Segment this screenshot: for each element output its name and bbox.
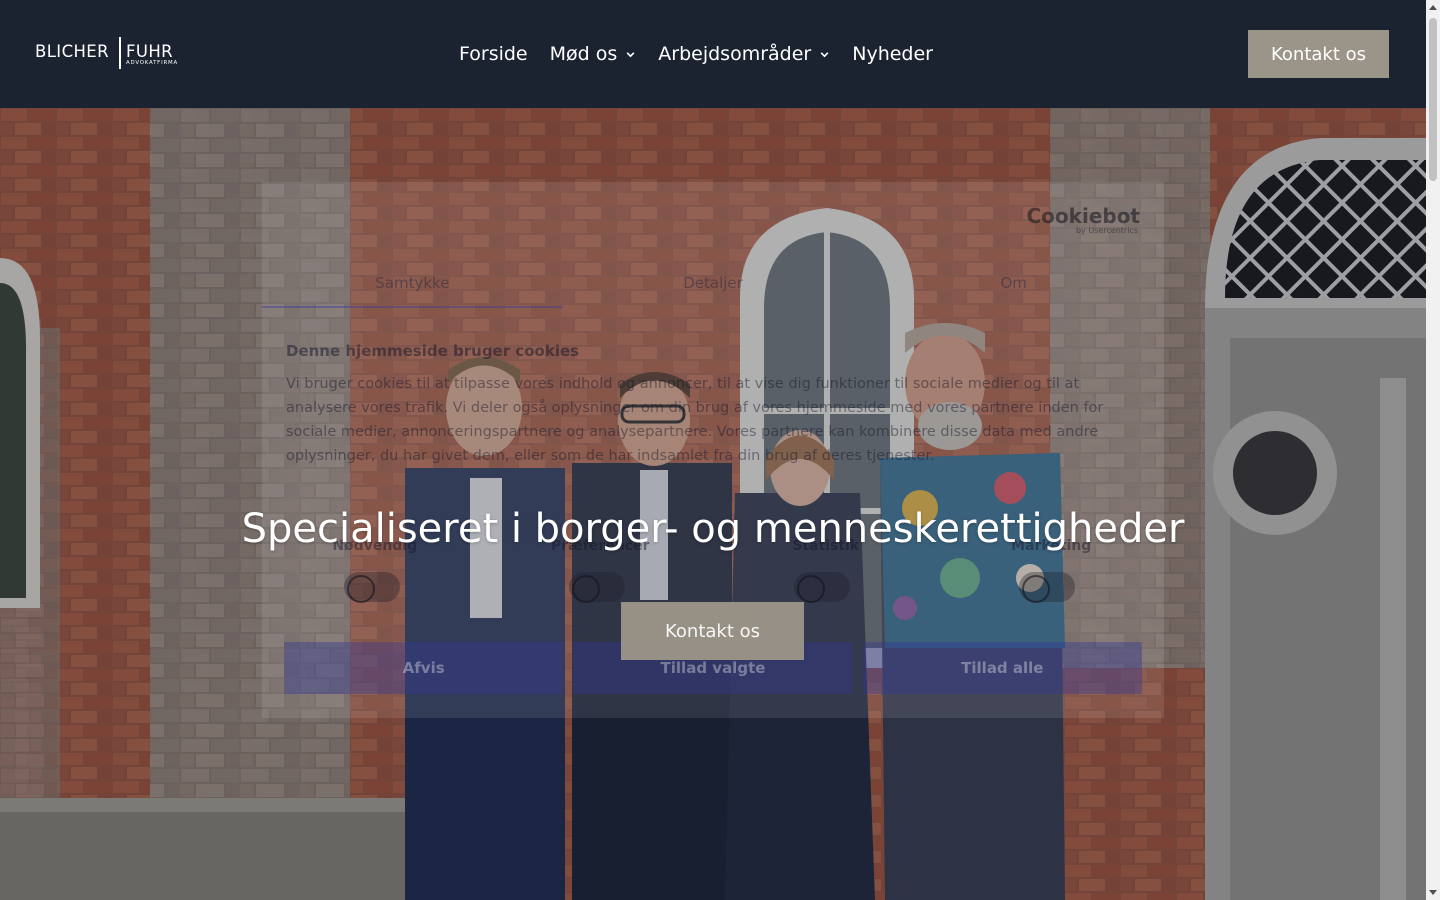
chevron-down-icon xyxy=(820,51,829,57)
contact-button-hero[interactable]: Kontakt os xyxy=(621,602,804,660)
toggle-preferences[interactable] xyxy=(569,572,625,603)
logo-text-right: FUHR xyxy=(126,42,174,61)
toggle-statistics[interactable] xyxy=(794,572,850,603)
nav-item-forside[interactable]: Forside xyxy=(459,43,528,65)
nav-item-label: Mød os xyxy=(549,43,618,65)
cookie-body-text: Vi bruger cookies til at tilpasse vores … xyxy=(286,376,1104,464)
allow-all-button[interactable]: Tillad alle xyxy=(862,642,1142,694)
nav-item-nyheder[interactable]: Nyheder xyxy=(852,43,933,65)
nav-item-arbejdsomrader[interactable]: Arbejdsområder xyxy=(658,43,830,65)
page-scrollbar[interactable] xyxy=(1426,0,1440,900)
hero-section: Cookiebot by Usercentrics Samtykke Detal… xyxy=(0,108,1426,900)
nav-item-label: Nyheder xyxy=(852,43,933,65)
tab-om[interactable]: Om xyxy=(863,274,1164,308)
hero-title: Specialiseret i borger- og menneskeretti… xyxy=(241,506,1185,552)
logo-subtitle: ADVOKATFIRMA xyxy=(126,60,178,66)
scrollbar-thumb[interactable] xyxy=(1429,18,1437,181)
nav-item-mod-os[interactable]: Mød os xyxy=(550,43,637,65)
logo-text-left: BLICHER xyxy=(35,42,109,61)
site-header: BLICHER FUHR ADVOKATFIRMA Forside Mød os… xyxy=(0,0,1426,108)
cookie-tabs: Samtykke Detaljer Om xyxy=(262,274,1164,308)
cookie-heading: Denne hjemmeside bruger cookies xyxy=(286,342,580,360)
scroll-down-icon[interactable] xyxy=(1429,890,1437,895)
main-nav: Forside Mød os Arbejdsområder Nyheder xyxy=(459,40,933,68)
reject-button[interactable]: Afvis xyxy=(284,642,564,694)
toggle-marketing[interactable] xyxy=(1019,572,1075,603)
logo-divider xyxy=(119,37,121,69)
cookiebot-logo-sub: by Usercentrics xyxy=(1075,226,1138,235)
tab-detaljer[interactable]: Detaljer xyxy=(563,274,864,308)
nav-item-label: Arbejdsområder xyxy=(658,43,812,65)
scroll-up-icon[interactable] xyxy=(1429,5,1437,10)
tab-samtykke[interactable]: Samtykke xyxy=(262,274,563,308)
contact-button-header[interactable]: Kontakt os xyxy=(1248,30,1389,78)
chevron-down-icon xyxy=(626,51,635,57)
toggle-necessary[interactable] xyxy=(344,572,400,603)
cookiebot-logo: Cookiebot xyxy=(1026,204,1141,228)
nav-item-label: Forside xyxy=(459,43,528,65)
